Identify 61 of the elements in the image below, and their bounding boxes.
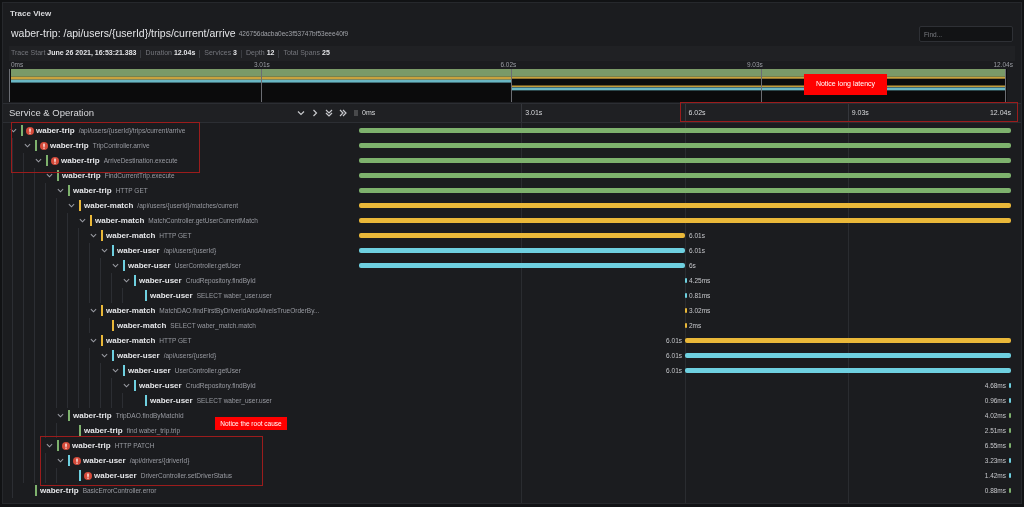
chevron-icon[interactable] — [112, 262, 119, 269]
chevron-icon[interactable] — [123, 382, 130, 389]
span-bar[interactable] — [1009, 458, 1012, 463]
span-bar[interactable] — [1009, 473, 1012, 478]
service-name[interactable]: waber-user — [83, 454, 126, 467]
service-name[interactable]: waber-user — [139, 379, 182, 392]
chevron-icon[interactable] — [90, 232, 97, 239]
service-name[interactable]: waber-user — [139, 274, 182, 287]
chevron-right-icon[interactable] — [311, 109, 319, 117]
minimap-drawing[interactable] — [9, 69, 1007, 102]
chevron-icon[interactable] — [10, 127, 17, 134]
span-bar[interactable] — [1009, 398, 1012, 403]
chevron-icon[interactable] — [68, 202, 75, 209]
service-name[interactable]: waber-match — [106, 229, 156, 242]
service-name[interactable]: waber-trip — [40, 484, 79, 497]
service-name[interactable]: waber-user — [117, 349, 160, 362]
service-name[interactable]: waber-match — [117, 319, 167, 332]
service-name[interactable]: waber-match — [84, 199, 134, 212]
chevron-icon[interactable] — [57, 457, 64, 464]
service-name[interactable]: waber-trip — [62, 169, 101, 182]
chevron-icon[interactable] — [123, 277, 130, 284]
chevron-down-icon[interactable] — [297, 109, 305, 117]
double-chevron-down-icon[interactable] — [325, 109, 333, 117]
service-name[interactable]: waber-trip — [73, 409, 112, 422]
service-name[interactable]: waber-trip — [61, 154, 100, 167]
span-bar[interactable] — [1009, 428, 1012, 433]
chevron-icon[interactable] — [79, 217, 86, 224]
chevron-icon[interactable] — [112, 367, 119, 374]
service-name[interactable]: waber-trip — [73, 184, 112, 197]
chevron-icon[interactable] — [90, 307, 97, 314]
service-name[interactable]: waber-match — [106, 304, 156, 317]
double-chevron-right-icon[interactable] — [339, 109, 347, 117]
service-name[interactable]: waber-match — [95, 214, 145, 227]
service-name[interactable]: waber-user — [128, 364, 171, 377]
chevron-icon[interactable] — [46, 442, 53, 449]
span-bar[interactable] — [1009, 413, 1012, 418]
service-name[interactable]: waber-trip — [72, 439, 111, 452]
service-name[interactable]: waber-user — [94, 469, 137, 482]
panel-title: Trace View — [9, 8, 53, 20]
column-title: Service & Operation — [9, 105, 94, 120]
chevron-icon[interactable] — [57, 187, 64, 194]
service-name[interactable]: waber-user — [150, 394, 193, 407]
service-name[interactable]: waber-trip — [50, 139, 89, 152]
resize-handle-icon[interactable] — [353, 109, 359, 117]
span-bar[interactable] — [1009, 488, 1012, 493]
service-name[interactable]: waber-trip — [84, 424, 123, 437]
chevron-icon[interactable] — [57, 412, 64, 419]
span-bar[interactable] — [1009, 443, 1012, 448]
chevron-icon[interactable] — [46, 172, 53, 179]
chevron-icon[interactable] — [24, 142, 31, 149]
service-name[interactable]: waber-match — [106, 334, 156, 347]
service-name[interactable]: waber-user — [128, 259, 171, 272]
service-name[interactable]: waber-user — [117, 244, 160, 257]
service-name[interactable]: waber-user — [150, 289, 193, 302]
trace-title: waber-trip: /api/users/{userId}/trips/current/arrive — [11, 26, 236, 42]
service-name[interactable]: waber-trip — [36, 124, 75, 137]
chevron-icon[interactable] — [35, 157, 42, 164]
chevron-icon[interactable] — [101, 352, 108, 359]
span-bar[interactable] — [1009, 383, 1012, 388]
chevron-icon[interactable] — [101, 247, 108, 254]
chevron-icon[interactable] — [90, 337, 97, 344]
